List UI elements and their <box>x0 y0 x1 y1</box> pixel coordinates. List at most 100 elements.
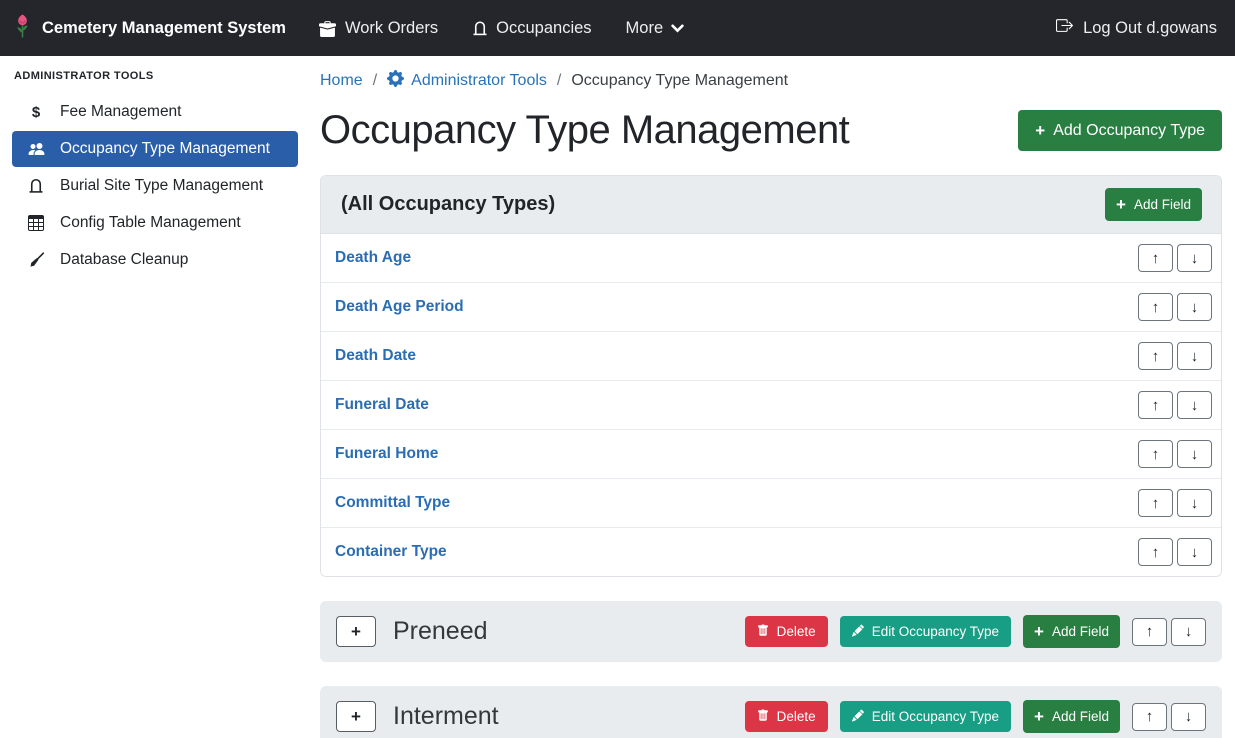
nav-occupancies[interactable]: Occupancies <box>472 19 591 38</box>
field-row: Death Date ↑ ↓ <box>321 332 1221 381</box>
card-header: (All Occupancy Types) + Add Field <box>321 176 1221 234</box>
field-row: Death Age Period ↑ ↓ <box>321 283 1221 332</box>
reorder-controls: ↑ ↓ <box>1132 703 1206 731</box>
arrow-up-icon: ↑ <box>1152 250 1160 267</box>
nav-label: More <box>626 19 664 38</box>
arrow-up-icon: ↑ <box>1152 348 1160 365</box>
brand-text: Cemetery Management System <box>42 19 286 38</box>
page-title: Occupancy Type Management <box>320 108 849 153</box>
arrow-down-icon: ↓ <box>1191 348 1199 365</box>
field-link-funeral-date[interactable]: Funeral Date <box>335 396 429 414</box>
field-link-funeral-home[interactable]: Funeral Home <box>335 445 438 463</box>
nav-label: Work Orders <box>345 19 438 38</box>
move-down-button[interactable]: ↓ <box>1171 618 1206 646</box>
move-down-button[interactable]: ↓ <box>1177 538 1212 566</box>
arrow-up-icon: ↑ <box>1146 623 1154 640</box>
field-row: Death Age ↑ ↓ <box>321 234 1221 283</box>
app-brand[interactable]: Cemetery Management System <box>12 12 286 45</box>
nav-work-orders[interactable]: Work Orders <box>318 19 438 38</box>
sidebar-item-label: Database Cleanup <box>60 251 188 269</box>
add-field-button[interactable]: + Add Field <box>1023 700 1120 733</box>
arrow-up-icon: ↑ <box>1152 495 1160 512</box>
field-link-death-age[interactable]: Death Age <box>335 249 411 267</box>
top-navbar: Cemetery Management System Work Orders O… <box>0 0 1235 56</box>
move-up-button[interactable]: ↑ <box>1138 440 1173 468</box>
nav-more[interactable]: More <box>626 19 685 38</box>
add-field-button[interactable]: + Add Field <box>1023 615 1120 648</box>
table-icon <box>25 215 47 231</box>
logout-label: Log Out d.gowans <box>1083 19 1217 38</box>
add-field-button[interactable]: + Add Field <box>1105 188 1202 221</box>
plus-icon: + <box>351 707 361 727</box>
sidebar-item-burial-site-type-management[interactable]: Burial Site Type Management <box>12 168 298 204</box>
sidebar-item-fee-management[interactable]: $ Fee Management <box>12 94 298 130</box>
section-actions: Delete Edit Occupancy Type + Add Field ↑… <box>745 615 1206 648</box>
move-down-button[interactable]: ↓ <box>1177 391 1212 419</box>
field-link-death-date[interactable]: Death Date <box>335 347 416 365</box>
sidebar-item-config-table-management[interactable]: Config Table Management <box>12 205 298 241</box>
edit-occupancy-type-button[interactable]: Edit Occupancy Type <box>840 616 1011 648</box>
breadcrumb: Home / Administrator Tools / Occupancy T… <box>320 64 1222 92</box>
breadcrumb-home[interactable]: Home <box>320 72 363 90</box>
plus-icon: + <box>1034 708 1044 725</box>
arrow-up-icon: ↑ <box>1152 299 1160 316</box>
sidebar-header: ADMINISTRATOR TOOLS <box>12 66 298 94</box>
plus-icon: + <box>1034 623 1044 640</box>
breadcrumb-admin-tools[interactable]: Administrator Tools <box>387 70 547 92</box>
move-down-button[interactable]: ↓ <box>1177 440 1212 468</box>
sidebar-item-database-cleanup[interactable]: Database Cleanup <box>12 242 298 278</box>
field-row: Committal Type ↑ ↓ <box>321 479 1221 528</box>
arrow-down-icon: ↓ <box>1185 623 1193 640</box>
move-up-button[interactable]: ↑ <box>1132 618 1167 646</box>
move-up-button[interactable]: ↑ <box>1138 538 1173 566</box>
gear-icon <box>387 70 404 92</box>
arrow-up-icon: ↑ <box>1152 397 1160 414</box>
button-label: Add Field <box>1052 625 1109 639</box>
move-down-button[interactable]: ↓ <box>1177 342 1212 370</box>
move-up-button[interactable]: ↑ <box>1138 489 1173 517</box>
section-title: Interment <box>393 702 499 731</box>
button-label: Edit Occupancy Type <box>872 710 999 724</box>
move-up-button[interactable]: ↑ <box>1138 293 1173 321</box>
expand-button[interactable]: + <box>336 701 376 732</box>
pencil-icon <box>852 709 864 725</box>
dollar-icon: $ <box>25 104 47 121</box>
button-label: Delete <box>777 710 816 724</box>
move-down-button[interactable]: ↓ <box>1177 489 1212 517</box>
move-up-button[interactable]: ↑ <box>1138 244 1173 272</box>
move-down-button[interactable]: ↓ <box>1177 244 1212 272</box>
section-preneed: + Preneed Delete Edit Occupancy Type <box>320 601 1222 662</box>
move-up-button[interactable]: ↑ <box>1132 703 1167 731</box>
field-link-committal-type[interactable]: Committal Type <box>335 494 450 512</box>
arrow-down-icon: ↓ <box>1185 708 1193 725</box>
move-up-button[interactable]: ↑ <box>1138 342 1173 370</box>
logout-button[interactable]: Log Out d.gowans <box>1055 17 1217 39</box>
pencil-icon <box>852 624 864 640</box>
all-occupancy-types-card: (All Occupancy Types) + Add Field Death … <box>320 175 1222 577</box>
reorder-controls: ↑ ↓ <box>1138 538 1212 566</box>
reorder-controls: ↑ ↓ <box>1132 618 1206 646</box>
expand-button[interactable]: + <box>336 616 376 647</box>
navbar-links: Work Orders Occupancies More <box>318 19 684 38</box>
nav-label: Occupancies <box>496 19 591 38</box>
field-link-death-age-period[interactable]: Death Age Period <box>335 298 464 316</box>
arrow-down-icon: ↓ <box>1191 495 1199 512</box>
sidebar-item-occupancy-type-management[interactable]: Occupancy Type Management <box>12 131 298 167</box>
field-link-container-type[interactable]: Container Type <box>335 543 447 561</box>
button-label: Edit Occupancy Type <box>872 625 999 639</box>
sidebar-item-label: Occupancy Type Management <box>60 140 270 158</box>
button-label: Add Field <box>1052 710 1109 724</box>
plus-icon: + <box>351 622 361 642</box>
add-occupancy-type-button[interactable]: + Add Occupancy Type <box>1018 110 1222 151</box>
tombstone-icon <box>25 178 47 194</box>
move-down-button[interactable]: ↓ <box>1171 703 1206 731</box>
edit-occupancy-type-button[interactable]: Edit Occupancy Type <box>840 701 1011 733</box>
move-up-button[interactable]: ↑ <box>1138 391 1173 419</box>
breadcrumb-separator: / <box>373 72 377 90</box>
delete-button[interactable]: Delete <box>745 616 828 648</box>
arrow-down-icon: ↓ <box>1191 250 1199 267</box>
breadcrumb-label: Home <box>320 72 363 90</box>
move-down-button[interactable]: ↓ <box>1177 293 1212 321</box>
reorder-controls: ↑ ↓ <box>1138 342 1212 370</box>
delete-button[interactable]: Delete <box>745 701 828 733</box>
